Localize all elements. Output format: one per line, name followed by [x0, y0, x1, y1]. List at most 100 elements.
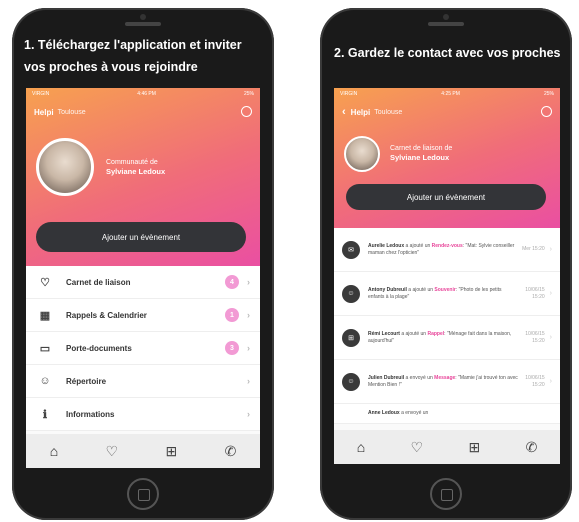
tab-bar: ⌂ ♡ ⊞ ✆: [334, 430, 560, 464]
feed-date: 10/06/15 15:20: [525, 331, 545, 344]
avatar[interactable]: [36, 138, 94, 196]
menu-item-informations[interactable]: ℹ Informations ›: [26, 398, 260, 431]
carrier-label: VIRGIN: [340, 91, 358, 97]
speaker-grille: [125, 22, 161, 26]
chevron-right-icon: ›: [549, 378, 552, 385]
time-label: 4:46 PM: [137, 91, 156, 97]
calendar-icon: ▦: [39, 309, 51, 322]
feed-category: Rappel: [427, 331, 445, 337]
feed-action: a ajouté un: [401, 331, 427, 337]
feed-action: a ajouté un: [408, 287, 434, 293]
contacts-icon: ☺: [39, 375, 51, 387]
feed-item[interactable]: ☺ Julien Dubreuil a envoyé un Message: "…: [334, 360, 560, 404]
settings-icon[interactable]: [541, 106, 552, 117]
camera-icon: [443, 14, 449, 20]
chevron-right-icon: ›: [549, 334, 552, 341]
home-icon[interactable]: ⌂: [50, 443, 58, 459]
feed-author: Julien Dubreuil: [368, 375, 405, 381]
feed-item[interactable]: ☺ Antony Dubreuil a ajouté un Souvenir: …: [334, 272, 560, 316]
community-owner: Sylviane Ledoux: [390, 153, 450, 163]
camera-icon: [140, 14, 146, 20]
count-badge: 4: [225, 275, 239, 289]
add-event-button[interactable]: Ajouter un évènement: [346, 184, 546, 210]
navbar: Helpi Toulouse: [26, 102, 260, 122]
feed-author: Rémi Lecourt: [368, 331, 400, 337]
user-icon: ☺: [342, 372, 360, 391]
tab-bar: ⌂ ♡ ⊞ ✆: [26, 434, 260, 468]
community-block: Carnet de liaison de Sylviane Ledoux: [390, 144, 452, 164]
menu-item-rappels[interactable]: ▦ Rappels & Calendrier 1 ›: [26, 299, 260, 332]
info-icon: ℹ: [42, 408, 48, 421]
gift-icon[interactable]: ⊞: [165, 443, 177, 460]
feed-action: a envoyé un: [405, 375, 433, 381]
chevron-right-icon: ›: [247, 343, 250, 353]
caption-right: 2. Gardez le contact avec vos proches: [334, 46, 561, 60]
phone-left: 1. Téléchargez l'application et inviter …: [12, 8, 274, 520]
battery-label: 25%: [543, 91, 554, 97]
feed-text: Julien Dubreuil a envoyé un Message: "Ma…: [368, 375, 519, 388]
community-owner: Sylviane Ledoux: [106, 167, 166, 177]
menu-item-label: Répertoire: [66, 376, 107, 386]
feed-author: Antony Dubreuil: [368, 287, 407, 293]
speaker-grille: [428, 22, 464, 26]
main-menu: ♡ Carnet de liaison 4 › ▦ Rappels & Cale…: [26, 266, 260, 431]
menu-item-label: Porte-documents: [66, 343, 132, 353]
chevron-right-icon: ›: [247, 409, 250, 419]
heart-icon[interactable]: ♡: [411, 439, 424, 456]
back-icon[interactable]: ‹: [342, 106, 346, 118]
feed-text: Anne Ledoux a envoyé un: [368, 410, 552, 417]
screen-left: VIRGIN 4:46 PM 25% Helpi Toulouse Commun…: [26, 88, 260, 468]
hardware-home-button[interactable]: [127, 478, 159, 510]
feed-category: Rendez-vous: [431, 243, 463, 249]
feed-date: 10/06/15 15:20: [525, 287, 545, 300]
count-badge: 1: [225, 308, 239, 322]
navbar: ‹ Helpi Toulouse: [334, 102, 560, 122]
menu-item-repertoire[interactable]: ☺ Répertoire ›: [26, 365, 260, 398]
chevron-right-icon: ›: [247, 310, 250, 320]
menu-item-documents[interactable]: ▭ Porte-documents 3 ›: [26, 332, 260, 365]
feed-text: Rémi Lecourt a ajouté un Rappel: "Ménage…: [368, 331, 519, 344]
folder-icon: ▭: [39, 342, 51, 355]
carrier-label: VIRGIN: [32, 91, 50, 97]
feed-item[interactable]: ⊞ Rémi Lecourt a ajouté un Rappel: "Ména…: [334, 316, 560, 360]
status-bar: VIRGIN 4:25 PM 25%: [334, 88, 560, 100]
feed-item[interactable]: Anne Ledoux a envoyé un: [334, 404, 560, 424]
count-badge: 3: [225, 341, 239, 355]
feed-item[interactable]: ✉ Aurelie Ledoux a ajouté un Rendez-vous…: [334, 228, 560, 272]
battery-label: 25%: [243, 91, 254, 97]
add-event-button[interactable]: Ajouter un évènement: [36, 222, 246, 252]
feed-date: Mer 15:20: [522, 246, 545, 253]
settings-icon[interactable]: [241, 106, 252, 117]
feed-category: Message: [434, 375, 456, 381]
home-icon[interactable]: ⌂: [357, 439, 365, 455]
message-icon: ✉: [342, 240, 360, 259]
time-label: 4:25 PM: [441, 91, 460, 97]
feed-action: a ajouté un: [405, 243, 431, 249]
chevron-right-icon: ›: [247, 277, 250, 287]
hardware-home-button[interactable]: [430, 478, 462, 510]
city-label: Toulouse: [374, 108, 403, 116]
phone-right: 2. Gardez le contact avec vos proches VI…: [320, 8, 572, 520]
chevron-right-icon: ›: [549, 246, 552, 253]
menu-item-label: Carnet de liaison: [66, 277, 131, 287]
gift-icon[interactable]: ⊞: [468, 439, 480, 456]
avatar[interactable]: [344, 136, 380, 172]
community-title: Carnet de liaison de: [390, 145, 453, 152]
menu-item-carnet[interactable]: ♡ Carnet de liaison 4 ›: [26, 266, 260, 299]
phone-icon[interactable]: ✆: [526, 439, 538, 456]
city-label: Toulouse: [57, 108, 86, 116]
user-icon: ☺: [342, 284, 360, 303]
phone-icon[interactable]: ✆: [225, 443, 237, 460]
feed-category: Souvenir: [434, 287, 456, 293]
screen-right: VIRGIN 4:25 PM 25% ‹ Helpi Toulouse Carn…: [334, 88, 560, 464]
community-title: Communauté de: [106, 159, 158, 166]
gift-icon: ⊞: [342, 328, 360, 347]
caption-left-line2: vos proches à vous rejoindre: [24, 60, 198, 74]
heart-icon[interactable]: ♡: [106, 443, 119, 460]
feed-text: Antony Dubreuil a ajouté un Souvenir: "P…: [368, 287, 519, 300]
menu-item-label: Informations: [66, 409, 115, 419]
chevron-right-icon: ›: [549, 290, 552, 297]
feed-action: a envoyé un: [401, 410, 429, 417]
brand-logo: Helpi: [350, 107, 371, 117]
chevron-right-icon: ›: [247, 376, 250, 386]
